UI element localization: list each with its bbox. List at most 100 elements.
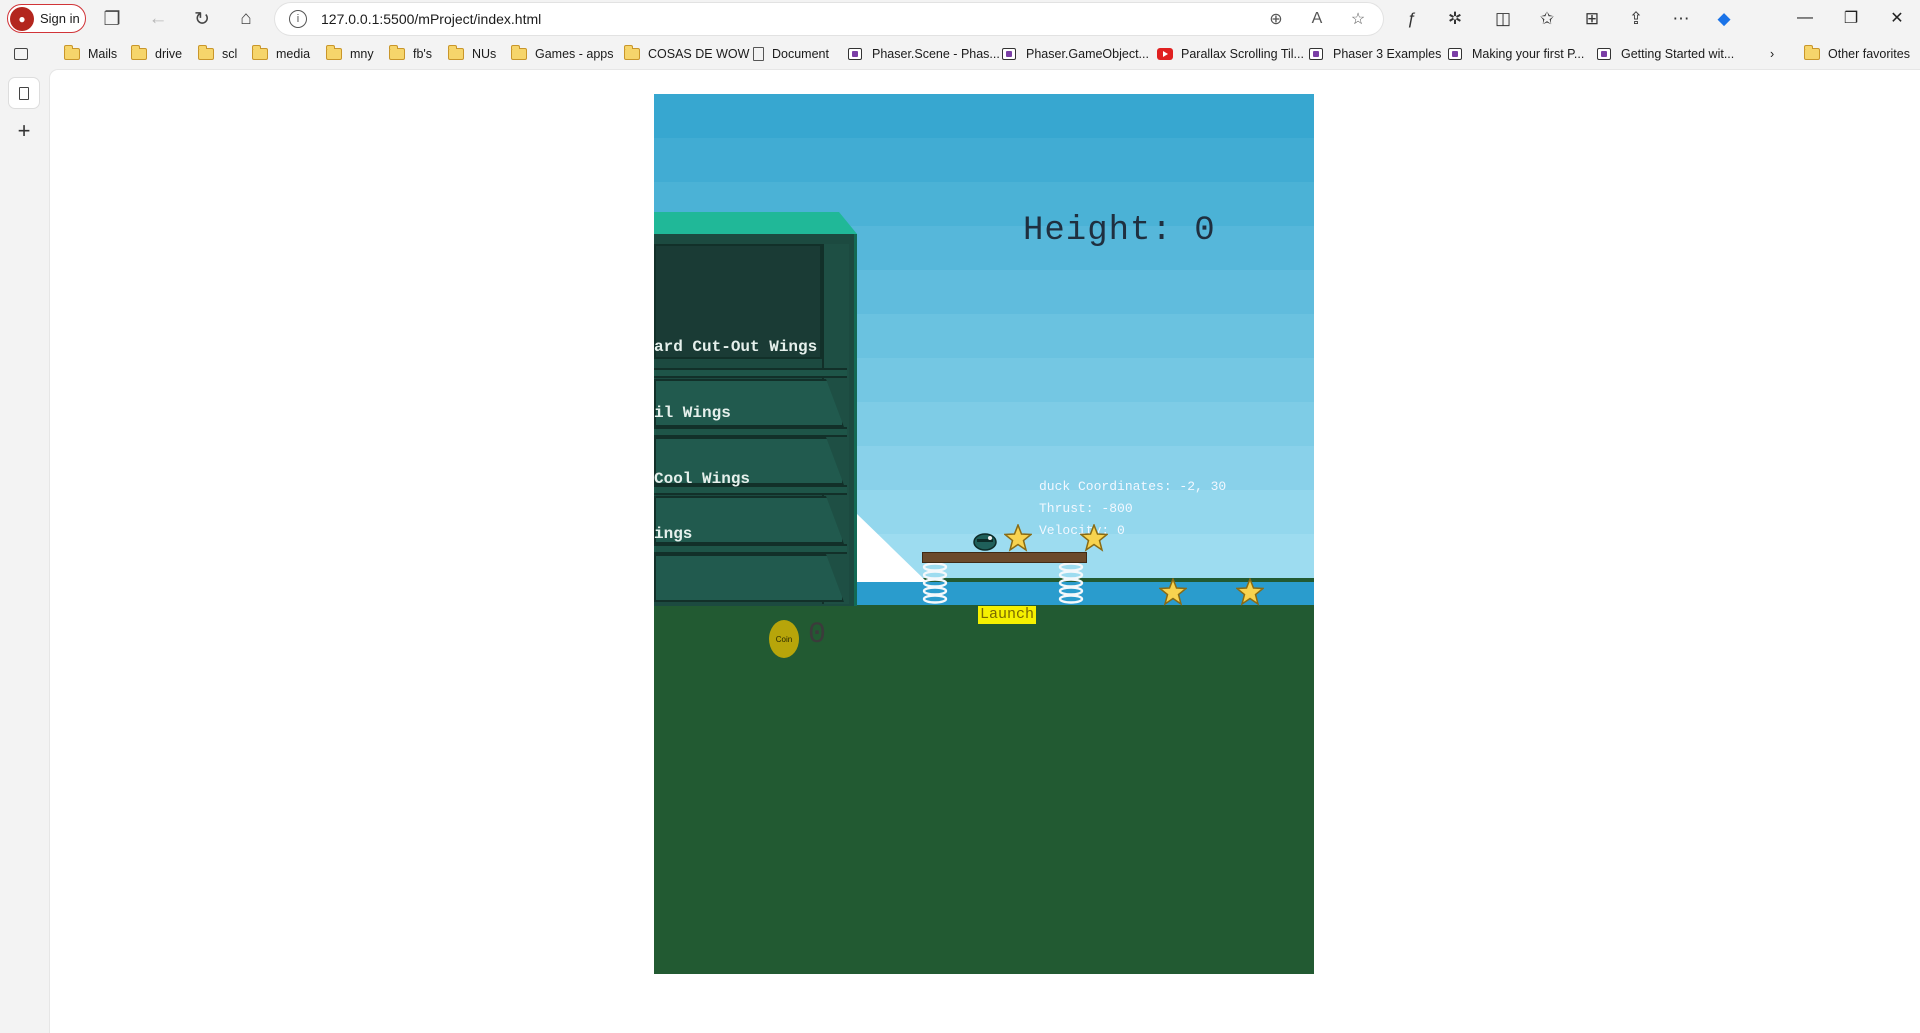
- favorite-item[interactable]: drive: [130, 38, 183, 70]
- page-icon: [753, 47, 764, 61]
- folder-icon: [1803, 45, 1820, 60]
- star-collectible: [1159, 578, 1187, 606]
- read-aloud-icon[interactable]: A: [1302, 3, 1332, 35]
- star-collectible: [1236, 578, 1264, 606]
- page-icon: [19, 86, 29, 100]
- favorite-item[interactable]: scl: [197, 38, 238, 70]
- home-icon[interactable]: ⌂: [230, 3, 262, 35]
- profile-button[interactable]: ● Sign in: [7, 4, 86, 33]
- shop-item-label[interactable]: il Wings: [654, 404, 731, 422]
- favorite-item[interactable]: fb's: [388, 38, 432, 70]
- favorite-item[interactable]: NUs: [447, 38, 496, 70]
- new-tab-icon[interactable]: +: [9, 116, 39, 146]
- shop-item-label[interactable]: ard Cut-Out Wings: [654, 338, 817, 356]
- favorite-item[interactable]: mny: [325, 38, 374, 70]
- shelf-divider: [654, 368, 847, 378]
- favorites-icon[interactable]: ✩: [1529, 3, 1565, 35]
- favorite-label: Making your first P...: [1472, 47, 1585, 61]
- star-collectible: [1080, 524, 1108, 552]
- url-text[interactable]: 127.0.0.1:5500/mProject/index.html: [321, 11, 541, 27]
- folder-icon: [447, 45, 464, 60]
- phaser-icon: [1597, 47, 1613, 61]
- favorite-star-icon[interactable]: ☆: [1343, 3, 1373, 35]
- folder-icon: [130, 45, 147, 60]
- folder-icon: [251, 45, 268, 60]
- coin-label: Coin: [775, 634, 793, 644]
- phaser-icon: [1448, 47, 1464, 61]
- favorites-overflow-icon[interactable]: ›: [1770, 38, 1774, 70]
- folder-icon: [325, 45, 342, 60]
- launch-button[interactable]: Launch: [978, 606, 1037, 624]
- refresh-icon[interactable]: ↻: [186, 3, 218, 35]
- favorite-label: Games - apps: [535, 47, 614, 61]
- wing-shop-panel: ard Cut-Out Wings il Wings Cool Wings in…: [654, 212, 857, 606]
- favorite-label: Mails: [88, 47, 118, 61]
- minimize-icon[interactable]: —: [1782, 0, 1828, 36]
- sky-band: [654, 138, 1314, 182]
- debug-coordinates: duck Coordinates: -2, 30: [1039, 479, 1227, 494]
- phaser-icon: [1002, 47, 1018, 61]
- close-icon[interactable]: ✕: [1874, 0, 1920, 36]
- avatar: ●: [10, 6, 34, 31]
- shop-item-label[interactable]: ings: [654, 525, 692, 543]
- favorites-bar: Mails drive scl media mny fb's NUs Games - apps…: [0, 38, 1920, 70]
- zoom-icon[interactable]: ⊕: [1261, 3, 1291, 35]
- shop-body: ard Cut-Out Wings il Wings Cool Wings in…: [654, 234, 857, 606]
- site-info-icon[interactable]: i: [289, 10, 307, 28]
- extension-icon[interactable]: ƒ: [1394, 3, 1430, 35]
- shop-item-label[interactable]: Cool Wings: [654, 470, 750, 488]
- launch-platform: [922, 552, 1087, 563]
- shelf-divider: [654, 427, 847, 437]
- ground: [654, 605, 1314, 974]
- spring-left: [922, 562, 948, 604]
- extensions-puzzle-icon[interactable]: ✲: [1437, 3, 1473, 35]
- favorite-label: Phaser 3 Examples: [1333, 47, 1442, 61]
- folder-icon: [623, 45, 640, 60]
- address-bar[interactable]: i 127.0.0.1:5500/mProject/index.html ⊕ A…: [275, 3, 1383, 35]
- split-screen-icon[interactable]: ◫: [1485, 3, 1521, 35]
- debug-thrust: Thrust: -800: [1039, 501, 1133, 516]
- folder-icon: [510, 45, 527, 60]
- height-readout: Height: 0: [1023, 212, 1216, 250]
- favorite-item[interactable]: Making your first P...: [1448, 38, 1584, 70]
- share-icon[interactable]: ⇪: [1618, 3, 1654, 35]
- tab-actions-icon[interactable]: [14, 38, 28, 70]
- more-menu-icon[interactable]: ⋯: [1663, 3, 1699, 35]
- game-canvas[interactable]: Height: 0 ard Cut-Out Wings il Wings Coo…: [654, 94, 1314, 974]
- favorite-item[interactable]: Phaser.Scene - Phas...: [848, 38, 1000, 70]
- favorite-item[interactable]: Mails: [63, 38, 118, 70]
- browser-toolbar: ● Sign in ❐ ← ↻ ⌂ i 127.0.0.1:5500/mProj…: [0, 0, 1920, 38]
- favorite-label: Phaser.GameObject...: [1026, 47, 1149, 61]
- other-favorites-label: Other favorites: [1828, 47, 1910, 61]
- star-collectible: [1004, 524, 1032, 552]
- shop-roof: [654, 212, 857, 234]
- favorite-label: drive: [155, 47, 183, 61]
- favorite-item[interactable]: COSAS DE WOW: [623, 38, 749, 70]
- favorite-label: mny: [350, 47, 374, 61]
- favorite-item[interactable]: Phaser 3 Examples: [1309, 38, 1441, 70]
- favorite-item[interactable]: Games - apps: [510, 38, 614, 70]
- shop-item[interactable]: [654, 554, 844, 602]
- favorite-label: Getting Started wit...: [1621, 47, 1735, 61]
- restore-icon[interactable]: ❐: [1828, 0, 1874, 36]
- favorite-item[interactable]: media: [251, 38, 311, 70]
- favorite-item[interactable]: Document: [753, 38, 829, 70]
- favorite-item[interactable]: Phaser.GameObject...: [1002, 38, 1149, 70]
- other-favorites-folder[interactable]: Other favorites: [1803, 38, 1910, 70]
- favorite-item[interactable]: Getting Started wit...: [1597, 38, 1734, 70]
- favorite-label: Document: [772, 47, 829, 61]
- spring-right: [1058, 562, 1084, 604]
- workspaces-icon[interactable]: ❐: [96, 3, 128, 35]
- shelf-divider: [654, 544, 847, 554]
- active-tab[interactable]: [9, 78, 39, 108]
- back-icon[interactable]: ←: [142, 3, 174, 35]
- collections-icon[interactable]: ⊞: [1574, 3, 1610, 35]
- favorite-label: media: [276, 47, 311, 61]
- favorite-item[interactable]: Parallax Scrolling Til...: [1157, 38, 1304, 70]
- copilot-icon[interactable]: ◆: [1706, 3, 1742, 35]
- favorite-label: scl: [222, 47, 238, 61]
- favorite-label: Parallax Scrolling Til...: [1181, 47, 1304, 61]
- folder-icon: [197, 45, 214, 60]
- favorite-label: Phaser.Scene - Phas...: [872, 47, 1000, 61]
- vertical-tabs-strip: +: [0, 70, 50, 1033]
